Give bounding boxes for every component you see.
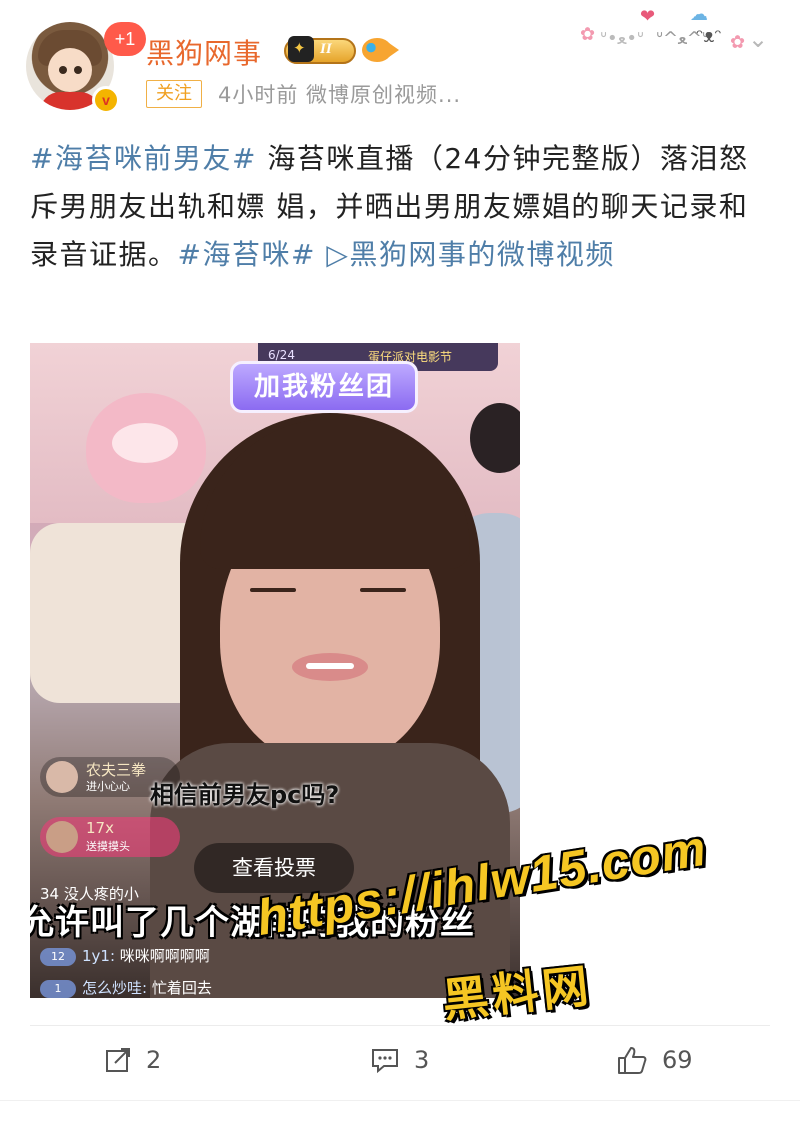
comment-icon (372, 1049, 398, 1074)
chat-user: 1y1: (82, 947, 116, 965)
level-badge: 12 (40, 947, 76, 966)
post-text: #海苔咪前男友# 海苔咪直播（24分钟完整版）落泪怒斥男朋友出轨和嫖 娼，并晒出… (30, 135, 775, 279)
gift-text: 送摸摸头 (86, 840, 130, 853)
comment-count: 3 (414, 1046, 430, 1074)
vip-level-badge[interactable]: II (284, 36, 356, 64)
level-badge: 1 (40, 979, 76, 998)
hashtag-link[interactable]: #海苔咪# (178, 238, 316, 271)
gift-count: 17x (86, 819, 114, 837)
video-subtitle: 允许叫了几个湖南的我的粉丝 (30, 903, 475, 943)
chat-user: 怎么炒哇: (82, 979, 148, 997)
avatar-wrap[interactable]: +1 v (26, 22, 146, 114)
chat-message: 1 怎么炒哇: 忙着回去 (40, 977, 212, 998)
video-link[interactable]: ▷黑狗网事的微博视频 (316, 238, 615, 271)
divider (0, 1100, 800, 1101)
repost-button[interactable]: 2 (104, 1032, 161, 1088)
avatar (46, 761, 78, 793)
post-meta[interactable]: 4小时前 微博原创视频... (218, 79, 461, 109)
action-bar: 2 3 69 (0, 1032, 800, 1092)
divider (30, 1025, 770, 1026)
chat-text: 忙着回去 (147, 979, 212, 997)
decorative-sticker-icon: ✿ ᐡ•ﻌ•ᐡ ❤ ᐡ^ﻌ^ᐡ ☁ ᵔᴥᵔ ✿ (580, 4, 746, 53)
vip-level: II (320, 41, 332, 57)
poll-question: 相信前男友pc吗? (150, 781, 340, 809)
avatar (46, 821, 78, 853)
crown-icon (288, 36, 314, 62)
chevron-down-icon[interactable]: ⌄ (748, 27, 770, 51)
comment-button[interactable]: 3 (370, 1032, 429, 1088)
thumbs-up-icon (618, 1047, 647, 1074)
plush-toy-image (86, 393, 206, 503)
chat-message: 12 1y1: 咪咪啊啊啊啊 (40, 945, 210, 966)
live-rank: 6/24 (268, 348, 295, 362)
join-fans-button[interactable]: 加我粉丝团 (230, 361, 418, 413)
repost-count: 2 (146, 1046, 162, 1074)
hashtag-link[interactable]: #海苔咪前男友# (30, 142, 257, 175)
like-button[interactable]: 69 (616, 1032, 693, 1088)
verified-icon: v (92, 86, 120, 114)
gift-user-name: 农夫三拳 (86, 761, 147, 779)
view-poll-button[interactable]: 查看投票 (194, 843, 354, 893)
like-count: 69 (662, 1046, 693, 1074)
username[interactable]: 黑狗网事 (146, 32, 262, 72)
video-player[interactable]: 6/24 蛋仔派对电影节 加我粉丝团 农夫三拳 进小心心 17x 送摸摸头 相信… (30, 343, 520, 998)
chat-text: 咪咪啊啊啊啊 (115, 947, 210, 965)
gift-message: 17x 送摸摸头 (40, 817, 180, 857)
notification-badge: +1 (104, 22, 146, 56)
gift-text: 进小心心 (86, 780, 130, 793)
follow-tag[interactable]: 关注 (146, 80, 202, 108)
fish-badge-icon[interactable] (362, 38, 399, 62)
repost-icon (106, 1048, 130, 1072)
